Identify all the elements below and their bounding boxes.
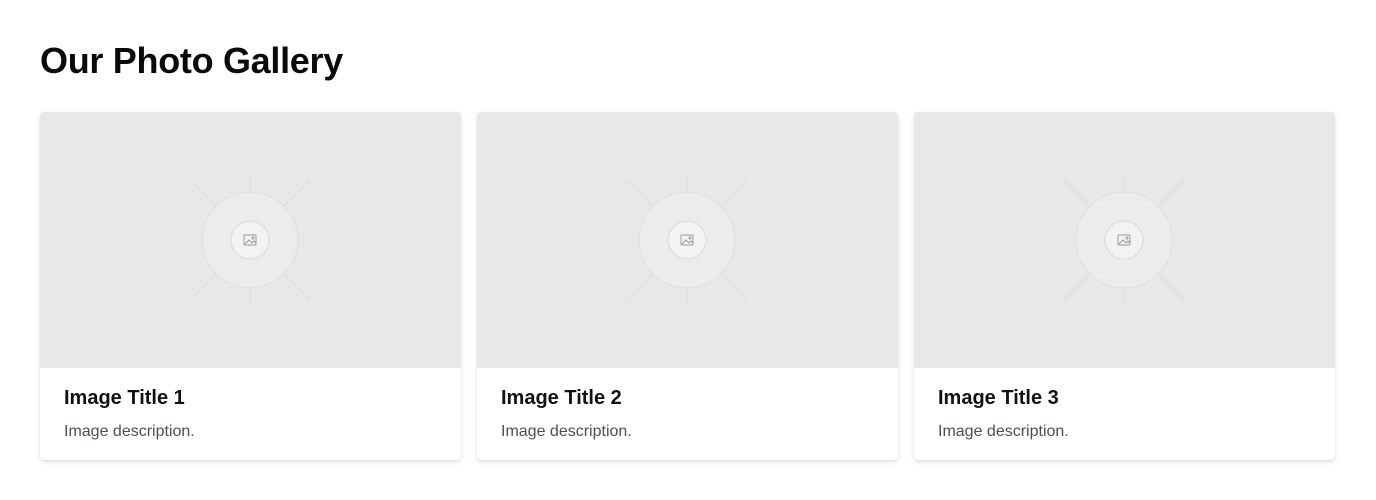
gallery-card[interactable]: Image Title 2 Image description. (477, 112, 898, 460)
card-description: Image description. (64, 423, 195, 440)
card-description: Image description. (501, 423, 632, 440)
page-title: Our Photo Gallery (40, 40, 343, 81)
gallery-grid: Image Title 1 Image description. Image T… (40, 112, 1335, 460)
card-body: Image Title 3 Image description. (914, 368, 1335, 442)
gallery-card[interactable]: Image Title 1 Image description. (40, 112, 461, 460)
image-placeholder (477, 112, 898, 368)
card-title: Image Title 1 (64, 387, 185, 409)
image-placeholder-icon (185, 175, 315, 305)
image-placeholder (40, 112, 461, 368)
image-placeholder-icon (1059, 175, 1189, 305)
card-body: Image Title 1 Image description. (40, 368, 461, 442)
image-placeholder-icon (622, 175, 752, 305)
image-placeholder (914, 112, 1335, 368)
gallery-page: Our Photo Gallery Image Title 1 Image de… (0, 0, 1376, 500)
gallery-card[interactable]: Image Title 3 Image description. (914, 112, 1335, 460)
card-body: Image Title 2 Image description. (477, 368, 898, 442)
card-title: Image Title 3 (938, 387, 1059, 409)
card-description: Image description. (938, 423, 1069, 440)
card-title: Image Title 2 (501, 387, 622, 409)
